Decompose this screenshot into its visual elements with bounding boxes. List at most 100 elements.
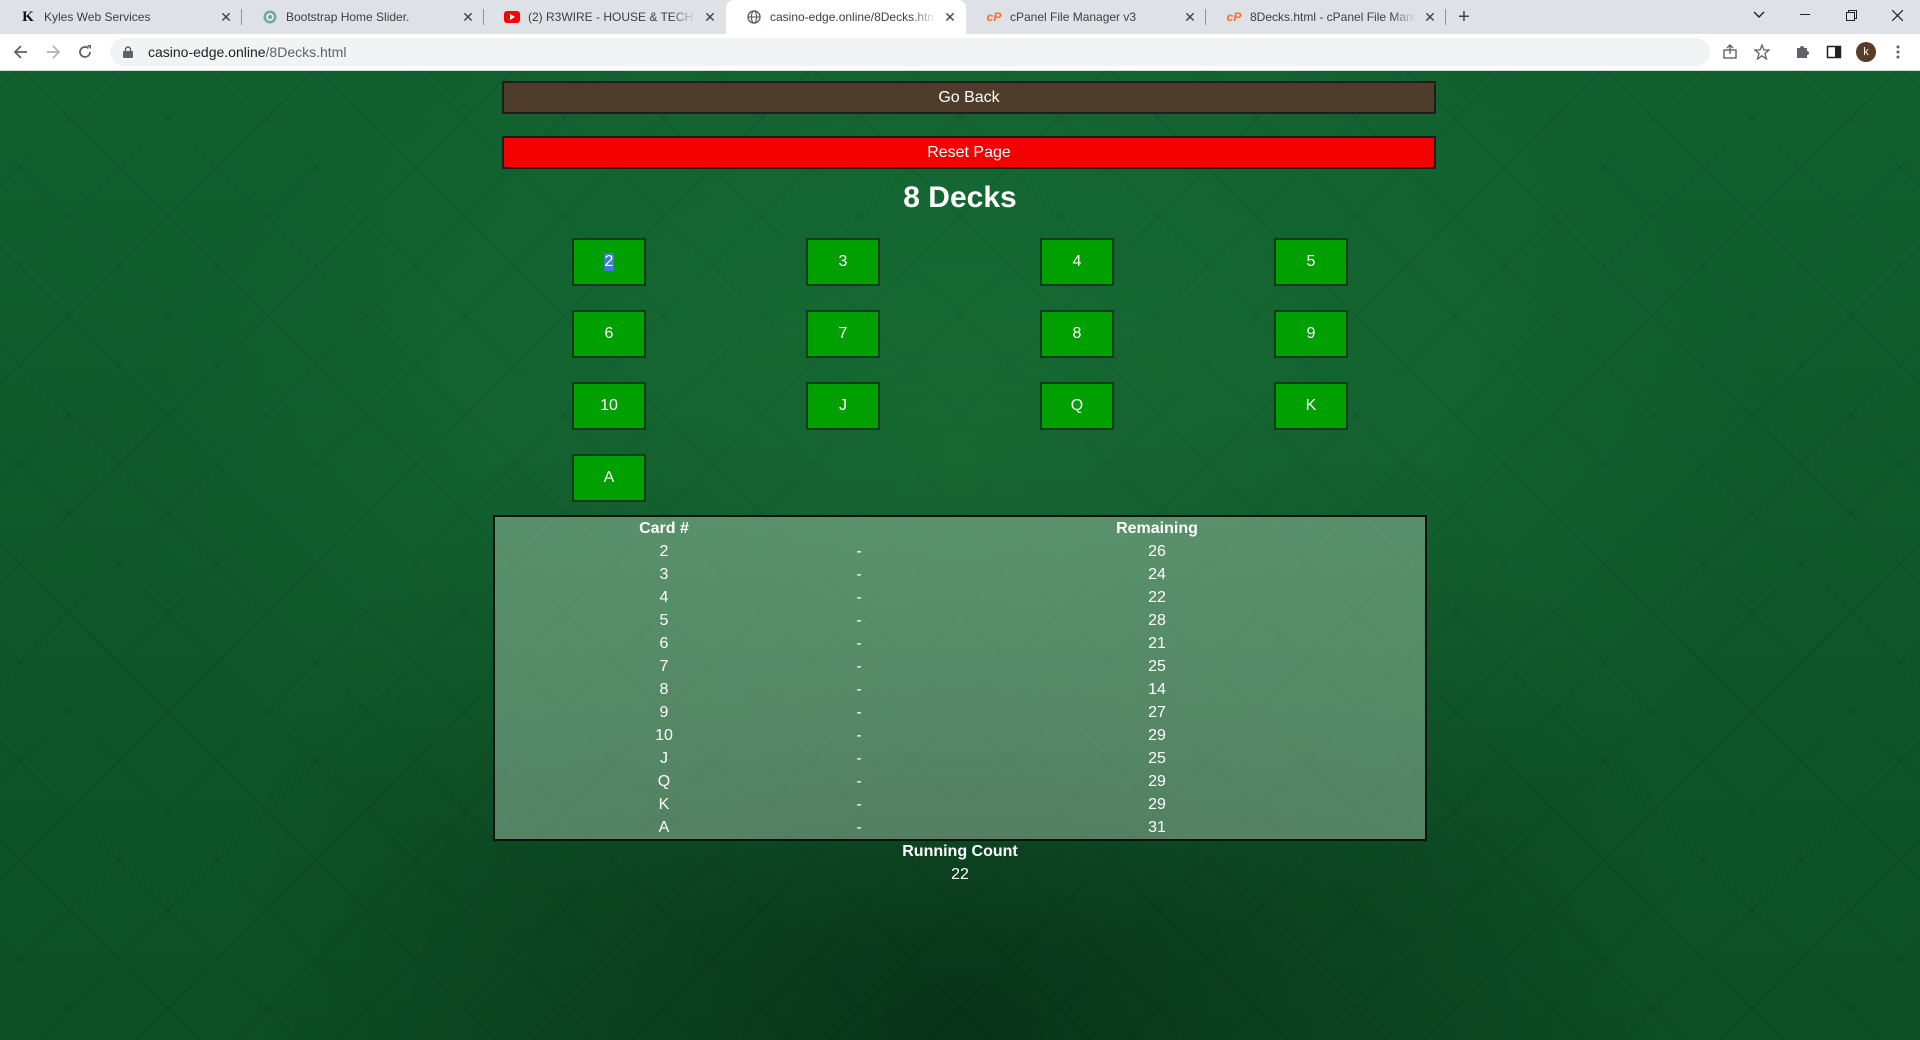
menu-kebab-icon[interactable] [1886,40,1910,64]
card-button-2[interactable]: 2 [572,238,646,286]
tab-title: Kyles Web Services [44,10,151,24]
card-button-8[interactable]: 8 [1040,310,1114,358]
cell-card: 8 [659,681,669,698]
running-count-value: 22 [951,866,969,883]
running-count-label: Running Count [902,843,1018,860]
card-button-a[interactable]: A [572,454,646,502]
header-remaining: Remaining [1116,520,1198,537]
share-icon[interactable] [1718,40,1742,64]
cell-remaining: 14 [1148,681,1166,698]
tab-cpanel-file-manager[interactable]: cP cPanel File Manager v3 ✕ [966,0,1206,34]
card-button-7[interactable]: 7 [806,310,880,358]
extensions-puzzle-icon[interactable] [1790,40,1814,64]
cell-sep: - [856,566,862,583]
card-button-5[interactable]: 5 [1274,238,1348,286]
tab-8decks-cpanel[interactable]: cP 8Decks.html - cPanel File Manager ✕ [1206,0,1446,34]
cell-sep: - [856,658,862,675]
card-button-k[interactable]: K [1274,382,1348,430]
table-row: K - 29 [495,796,1425,819]
cell-remaining: 28 [1148,612,1166,629]
table-row: 4 - 22 [495,589,1425,612]
cell-remaining: 27 [1148,704,1166,721]
cell-remaining: 29 [1148,727,1166,744]
reload-icon[interactable] [73,40,97,64]
globe-icon [746,9,762,25]
tab-close-icon[interactable]: ✕ [942,9,958,25]
forward-arrow-icon[interactable] [41,40,65,64]
cell-card: A [658,819,670,836]
new-tab-button[interactable]: + [1452,5,1476,29]
cell-sep: - [856,704,862,721]
bookmark-star-icon[interactable] [1750,40,1774,64]
page-title: 8 Decks [903,181,1017,214]
minimize-button[interactable] [1782,0,1828,30]
card-button-9[interactable]: 9 [1274,310,1348,358]
tab-close-icon[interactable]: ✕ [1422,9,1438,25]
tab-strip: K Kyles Web Services ✕ Bootstrap Home Sl… [0,0,1920,34]
table-header: Card # Remaining [495,520,1425,543]
restore-button[interactable] [1828,0,1874,30]
k-logo-icon: K [22,8,34,25]
cell-sep: - [856,796,862,813]
tab-title: 8Decks.html - cPanel File Manager [1250,10,1416,24]
tab-casino-edge-active[interactable]: casino-edge.online/8Decks.html ✕ [726,0,966,34]
cell-sep: - [856,819,862,836]
cell-remaining: 21 [1148,635,1166,652]
table-row: 3 - 24 [495,566,1425,589]
cpanel-icon: cP [986,10,1002,24]
cell-sep: - [856,773,862,790]
cell-remaining: 25 [1148,750,1166,767]
tab-title: casino-edge.online/8Decks.html [770,10,936,24]
profile-avatar[interactable]: k [1856,42,1876,62]
tab-close-icon[interactable]: ✕ [1182,9,1198,25]
card-button-q[interactable]: Q [1040,382,1114,430]
youtube-icon [504,9,520,25]
table-row: Q - 29 [495,773,1425,796]
tab-title: cPanel File Manager v3 [1010,10,1137,24]
cell-remaining: 29 [1148,773,1166,790]
cell-sep: - [856,612,862,629]
go-back-button[interactable]: Go Back [502,81,1436,114]
url-domain: casino-edge.online [148,44,266,60]
tab-close-icon[interactable]: ✕ [218,9,234,25]
cell-card: 7 [659,658,669,675]
url-text: casino-edge.online/8Decks.html [148,44,346,60]
table-row: 8 - 14 [495,681,1425,704]
chatgpt-icon [262,9,278,25]
card-button-4[interactable]: 4 [1040,238,1114,286]
table-row: 10 - 29 [495,727,1425,750]
tab-close-icon[interactable]: ✕ [702,9,718,25]
card-button-j[interactable]: J [806,382,880,430]
card-button-3[interactable]: 3 [806,238,880,286]
address-bar[interactable]: casino-edge.online/8Decks.html [110,38,1710,66]
cell-sep: - [856,681,862,698]
cell-card: 2 [659,543,669,560]
card-button-6[interactable]: 6 [572,310,646,358]
cell-card: 9 [659,704,669,721]
tab-bootstrap-home-slider[interactable]: Bootstrap Home Slider. ✕ [242,0,484,34]
cell-card: J [660,750,668,767]
cell-sep: - [856,750,862,767]
back-arrow-icon[interactable] [9,40,33,64]
browser-toolbar: casino-edge.online/8Decks.html k [0,34,1920,71]
tab-close-icon[interactable]: ✕ [460,9,476,25]
cell-card: Q [657,773,671,790]
tab-kyles-web-services[interactable]: K Kyles Web Services ✕ [0,0,242,34]
table-row: 2 - 26 [495,543,1425,566]
close-window-button[interactable] [1874,0,1920,30]
reset-page-button[interactable]: Reset Page [502,136,1436,169]
cell-card: 6 [659,635,669,652]
remaining-cards-table: Card # Remaining 2-26 3-24 4-22 5-28 6-2… [493,515,1427,841]
tab-title: Bootstrap Home Slider. [286,10,410,24]
side-panel-icon[interactable] [1822,40,1846,64]
table-row: 7 - 25 [495,658,1425,681]
cell-remaining: 26 [1148,543,1166,560]
tab-r3wire-youtube[interactable]: (2) R3WIRE - HOUSE & TECH LIVE ✕ [484,0,726,34]
tab-title: (2) R3WIRE - HOUSE & TECH LIVE [528,10,696,24]
cell-card: 10 [655,727,673,744]
tab-search-chevron-icon[interactable] [1736,0,1782,30]
card-button-10[interactable]: 10 [572,382,646,430]
cell-card: K [658,796,670,813]
cpanel-icon: cP [1226,10,1242,24]
lock-icon[interactable] [120,44,136,60]
